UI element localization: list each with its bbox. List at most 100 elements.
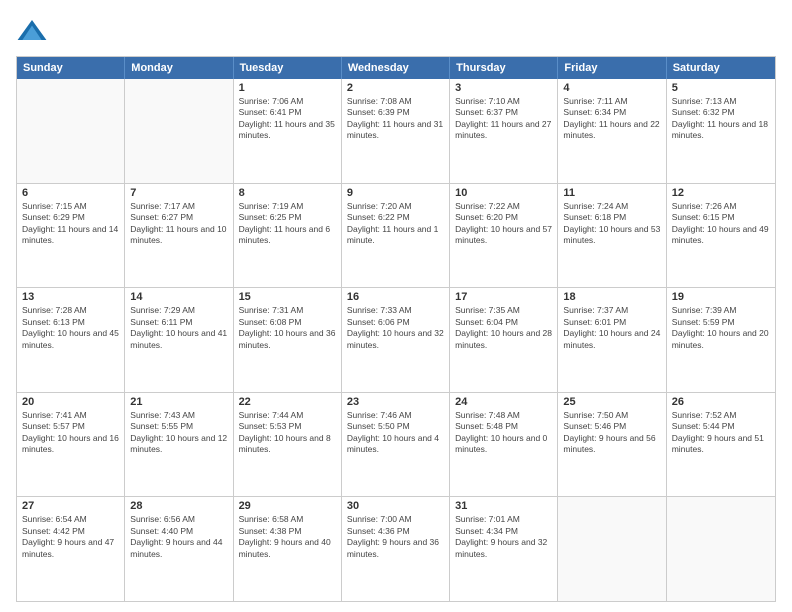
calendar-row-1: 6 Sunrise: 7:15 AM Sunset: 6:29 PM Daylig… <box>17 183 775 288</box>
logo <box>16 16 52 48</box>
day-cell-6: 6 Sunrise: 7:15 AM Sunset: 6:29 PM Daylig… <box>17 184 125 288</box>
day-number: 28 <box>130 500 227 512</box>
header-day-wednesday: Wednesday <box>342 57 450 79</box>
day-number: 12 <box>672 187 770 199</box>
day-cell-25: 25 Sunrise: 7:50 AM Sunset: 5:46 PM Dayli… <box>558 393 666 497</box>
empty-cell <box>125 79 233 183</box>
day-info: Sunrise: 7:39 AM Sunset: 5:59 PM Dayligh… <box>672 305 770 351</box>
day-info: Sunrise: 7:37 AM Sunset: 6:01 PM Dayligh… <box>563 305 660 351</box>
day-info: Sunrise: 7:20 AM Sunset: 6:22 PM Dayligh… <box>347 201 444 247</box>
day-number: 19 <box>672 291 770 303</box>
day-number: 4 <box>563 82 660 94</box>
header <box>16 16 776 48</box>
day-cell-16: 16 Sunrise: 7:33 AM Sunset: 6:06 PM Dayli… <box>342 288 450 392</box>
day-info: Sunrise: 7:48 AM Sunset: 5:48 PM Dayligh… <box>455 410 552 456</box>
day-info: Sunrise: 7:50 AM Sunset: 5:46 PM Dayligh… <box>563 410 660 456</box>
day-info: Sunrise: 7:35 AM Sunset: 6:04 PM Dayligh… <box>455 305 552 351</box>
day-number: 13 <box>22 291 119 303</box>
calendar-row-0: 1Sunrise: 7:06 AM Sunset: 6:41 PM Daylig… <box>17 79 775 183</box>
header-day-thursday: Thursday <box>450 57 558 79</box>
logo-icon <box>16 16 48 48</box>
header-day-monday: Monday <box>125 57 233 79</box>
day-number: 6 <box>22 187 119 199</box>
day-info: Sunrise: 7:10 AM Sunset: 6:37 PM Dayligh… <box>455 96 552 142</box>
day-number: 9 <box>347 187 444 199</box>
day-number: 24 <box>455 396 552 408</box>
day-number: 11 <box>563 187 660 199</box>
day-cell-26: 26Sunrise: 7:52 AM Sunset: 5:44 PM Dayli… <box>667 393 775 497</box>
day-number: 31 <box>455 500 552 512</box>
header-day-saturday: Saturday <box>667 57 775 79</box>
empty-cell <box>558 497 666 601</box>
day-info: Sunrise: 7:00 AM Sunset: 4:36 PM Dayligh… <box>347 514 444 560</box>
day-number: 15 <box>239 291 336 303</box>
day-cell-24: 24 Sunrise: 7:48 AM Sunset: 5:48 PM Dayli… <box>450 393 558 497</box>
day-cell-7: 7Sunrise: 7:17 AM Sunset: 6:27 PM Daylig… <box>125 184 233 288</box>
day-cell-28: 28 Sunrise: 6:56 AM Sunset: 4:40 PM Dayli… <box>125 497 233 601</box>
day-info: Sunrise: 7:22 AM Sunset: 6:20 PM Dayligh… <box>455 201 552 247</box>
day-cell-22: 22Sunrise: 7:44 AM Sunset: 5:53 PM Dayli… <box>234 393 342 497</box>
calendar-row-3: 20Sunrise: 7:41 AM Sunset: 5:57 PM Dayli… <box>17 392 775 497</box>
calendar-row-2: 13 Sunrise: 7:28 AM Sunset: 6:13 PM Dayli… <box>17 287 775 392</box>
day-info: Sunrise: 7:08 AM Sunset: 6:39 PM Dayligh… <box>347 96 444 142</box>
day-cell-2: 2 Sunrise: 7:08 AM Sunset: 6:39 PM Daylig… <box>342 79 450 183</box>
day-number: 27 <box>22 500 119 512</box>
day-cell-15: 15 Sunrise: 7:31 AM Sunset: 6:08 PM Dayli… <box>234 288 342 392</box>
day-cell-27: 27 Sunrise: 6:54 AM Sunset: 4:42 PM Dayli… <box>17 497 125 601</box>
day-number: 2 <box>347 82 444 94</box>
day-info: Sunrise: 7:43 AM Sunset: 5:55 PM Dayligh… <box>130 410 227 456</box>
day-info: Sunrise: 7:15 AM Sunset: 6:29 PM Dayligh… <box>22 201 119 247</box>
page: SundayMondayTuesdayWednesdayThursdayFrid… <box>0 0 792 612</box>
day-cell-3: 3 Sunrise: 7:10 AM Sunset: 6:37 PM Daylig… <box>450 79 558 183</box>
day-number: 25 <box>563 396 660 408</box>
day-cell-17: 17 Sunrise: 7:35 AM Sunset: 6:04 PM Dayli… <box>450 288 558 392</box>
day-info: Sunrise: 7:24 AM Sunset: 6:18 PM Dayligh… <box>563 201 660 247</box>
day-number: 10 <box>455 187 552 199</box>
day-info: Sunrise: 7:17 AM Sunset: 6:27 PM Dayligh… <box>130 201 227 247</box>
day-number: 16 <box>347 291 444 303</box>
day-cell-12: 12 Sunrise: 7:26 AM Sunset: 6:15 PM Dayli… <box>667 184 775 288</box>
day-number: 14 <box>130 291 227 303</box>
day-number: 17 <box>455 291 552 303</box>
day-info: Sunrise: 7:46 AM Sunset: 5:50 PM Dayligh… <box>347 410 444 456</box>
day-info: Sunrise: 7:26 AM Sunset: 6:15 PM Dayligh… <box>672 201 770 247</box>
day-info: Sunrise: 6:54 AM Sunset: 4:42 PM Dayligh… <box>22 514 119 560</box>
day-info: Sunrise: 6:56 AM Sunset: 4:40 PM Dayligh… <box>130 514 227 560</box>
day-cell-23: 23 Sunrise: 7:46 AM Sunset: 5:50 PM Dayli… <box>342 393 450 497</box>
day-info: Sunrise: 7:31 AM Sunset: 6:08 PM Dayligh… <box>239 305 336 351</box>
day-cell-29: 29Sunrise: 6:58 AM Sunset: 4:38 PM Dayli… <box>234 497 342 601</box>
day-cell-8: 8 Sunrise: 7:19 AM Sunset: 6:25 PM Daylig… <box>234 184 342 288</box>
calendar: SundayMondayTuesdayWednesdayThursdayFrid… <box>16 56 776 602</box>
day-cell-31: 31 Sunrise: 7:01 AM Sunset: 4:34 PM Dayli… <box>450 497 558 601</box>
day-number: 26 <box>672 396 770 408</box>
day-number: 21 <box>130 396 227 408</box>
day-cell-4: 4 Sunrise: 7:11 AM Sunset: 6:34 PM Daylig… <box>558 79 666 183</box>
day-cell-13: 13 Sunrise: 7:28 AM Sunset: 6:13 PM Dayli… <box>17 288 125 392</box>
day-number: 20 <box>22 396 119 408</box>
day-info: Sunrise: 7:28 AM Sunset: 6:13 PM Dayligh… <box>22 305 119 351</box>
day-number: 5 <box>672 82 770 94</box>
day-info: Sunrise: 7:19 AM Sunset: 6:25 PM Dayligh… <box>239 201 336 247</box>
day-number: 30 <box>347 500 444 512</box>
day-cell-1: 1Sunrise: 7:06 AM Sunset: 6:41 PM Daylig… <box>234 79 342 183</box>
day-cell-5: 5Sunrise: 7:13 AM Sunset: 6:32 PM Daylig… <box>667 79 775 183</box>
empty-cell <box>667 497 775 601</box>
calendar-row-4: 27 Sunrise: 6:54 AM Sunset: 4:42 PM Dayli… <box>17 496 775 601</box>
day-number: 8 <box>239 187 336 199</box>
day-number: 23 <box>347 396 444 408</box>
day-info: Sunrise: 7:44 AM Sunset: 5:53 PM Dayligh… <box>239 410 336 456</box>
day-number: 3 <box>455 82 552 94</box>
day-cell-14: 14Sunrise: 7:29 AM Sunset: 6:11 PM Dayli… <box>125 288 233 392</box>
day-info: Sunrise: 7:11 AM Sunset: 6:34 PM Dayligh… <box>563 96 660 142</box>
header-day-tuesday: Tuesday <box>234 57 342 79</box>
day-info: Sunrise: 7:33 AM Sunset: 6:06 PM Dayligh… <box>347 305 444 351</box>
header-day-sunday: Sunday <box>17 57 125 79</box>
day-cell-11: 11 Sunrise: 7:24 AM Sunset: 6:18 PM Dayli… <box>558 184 666 288</box>
day-cell-30: 30 Sunrise: 7:00 AM Sunset: 4:36 PM Dayli… <box>342 497 450 601</box>
day-info: Sunrise: 7:01 AM Sunset: 4:34 PM Dayligh… <box>455 514 552 560</box>
day-cell-18: 18Sunrise: 7:37 AM Sunset: 6:01 PM Dayli… <box>558 288 666 392</box>
day-number: 29 <box>239 500 336 512</box>
day-cell-20: 20Sunrise: 7:41 AM Sunset: 5:57 PM Dayli… <box>17 393 125 497</box>
day-cell-21: 21 Sunrise: 7:43 AM Sunset: 5:55 PM Dayli… <box>125 393 233 497</box>
empty-cell <box>17 79 125 183</box>
